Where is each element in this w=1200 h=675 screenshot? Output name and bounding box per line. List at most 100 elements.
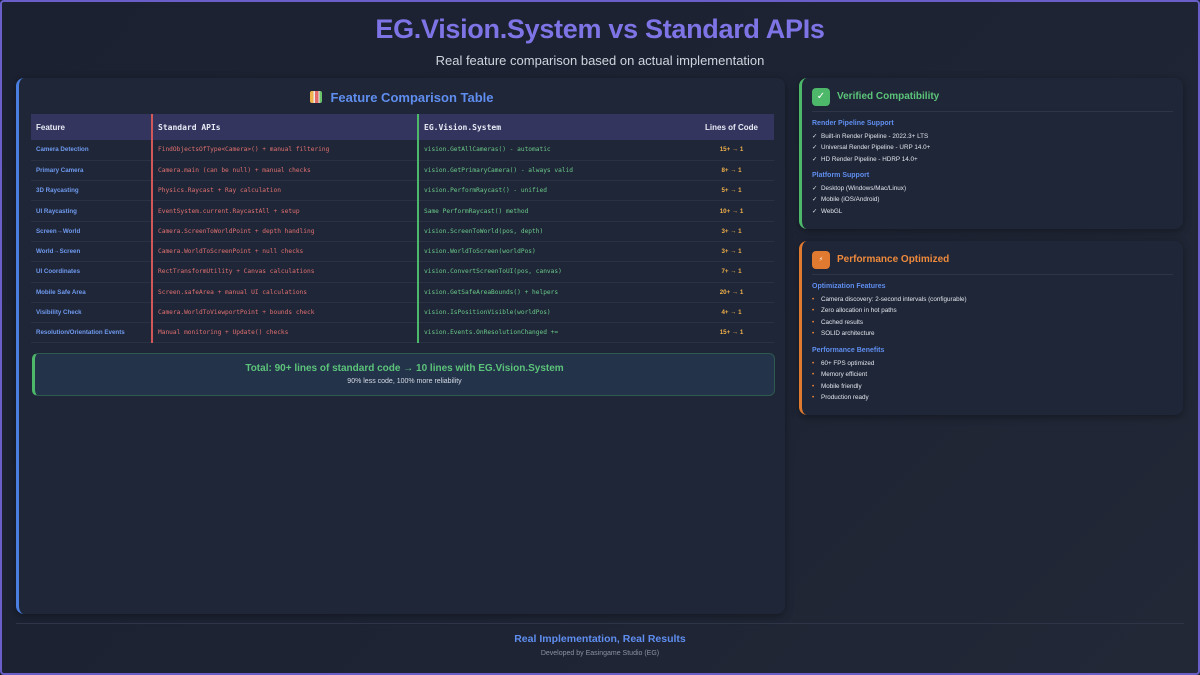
list-item: ✓ HD Render Pipeline - HDRP 14.0+ bbox=[812, 154, 1172, 165]
lines-of-code-cell: 10+ → 1 bbox=[684, 200, 774, 222]
list-item-label: Production ready bbox=[821, 393, 869, 401]
benefits-list: • 60+ FPS optimized • Memory efficient • Mobi… bbox=[812, 358, 1172, 403]
compatibility-card: ✓ Verified Compatibility Render Pipeline… bbox=[799, 78, 1183, 229]
column-header-feature: Feature bbox=[31, 114, 152, 140]
performance-title: Performance Optimized bbox=[837, 254, 950, 265]
table-header-row: Feature Standard APIs EG.Vision.System L… bbox=[31, 114, 774, 140]
benefits-title: Performance Benefits bbox=[812, 347, 885, 354]
table-row: Mobile Safe Area Screen.safeArea + manual… bbox=[31, 282, 774, 303]
comparison-title: Feature Comparison Table bbox=[19, 90, 785, 105]
optimization-title: Optimization Features bbox=[812, 283, 886, 290]
footer-subtitle: Developed by Easingame Studio (EG) bbox=[540, 650, 660, 657]
lines-of-code-cell: 3+ → 1 bbox=[684, 241, 774, 263]
total-title: Total: 90+ lines of standard code → 10 l… bbox=[245, 363, 564, 374]
column-header-loc: Lines of Code bbox=[684, 114, 774, 140]
lines-of-code-cell: 8+ → 1 bbox=[684, 160, 774, 182]
table-row: UI Coordinates RectTransformUtility + Can… bbox=[31, 261, 774, 283]
platform-section: Platform Support ✓ Desktop (Windows/Mac/L… bbox=[812, 172, 1172, 217]
list-item: • Zero allocation in hot paths bbox=[812, 305, 1172, 316]
page-subtitle: Real feature comparison based on actual … bbox=[435, 53, 765, 68]
feature-cell: 3D Raycasting bbox=[31, 180, 152, 202]
feature-cell: Resolution/Orientation Events bbox=[31, 322, 152, 344]
lines-of-code-cell: 3+ → 1 bbox=[684, 221, 774, 242]
standard-api-cell: Camera.WorldToScreenPoint + null checks bbox=[151, 241, 418, 263]
bar-chart-icon bbox=[310, 91, 323, 103]
bullet-icon: • bbox=[812, 329, 815, 337]
feature-cell: UI Raycasting bbox=[31, 200, 152, 222]
list-item: ✓ WebGL bbox=[812, 206, 1172, 217]
list-item: • Cached results bbox=[812, 317, 1172, 328]
eg-vision-cell: vision.WorldToScreen(worldPos) bbox=[417, 241, 684, 263]
check-badge-icon: ✓ bbox=[812, 88, 830, 106]
lines-of-code-cell: 15+ → 1 bbox=[684, 140, 774, 161]
table-row: Screen→World Camera.ScreenToWorldPoint + … bbox=[31, 221, 774, 242]
optimization-list: • Camera discovery: 2-second intervals (c… bbox=[812, 294, 1172, 339]
eg-vision-cell: vision.IsPositionVisible(worldPos) bbox=[417, 302, 684, 324]
standard-api-cell: Camera.main (can be null) + manual check… bbox=[151, 160, 418, 182]
benefits-section: Performance Benefits • 60+ FPS optimized •… bbox=[812, 347, 1172, 403]
lines-of-code-cell: 15+ → 1 bbox=[684, 322, 774, 344]
footer-title: Real Implementation, Real Results bbox=[514, 633, 686, 645]
list-item-label: Zero allocation in hot paths bbox=[821, 307, 897, 315]
list-item-label: Universal Render Pipeline - URP 14.0+ bbox=[821, 144, 931, 152]
table-row: Resolution/Orientation Events Manual moni… bbox=[31, 322, 774, 344]
footer-divider bbox=[16, 623, 1184, 624]
check-icon: ✓ bbox=[812, 133, 818, 140]
eg-vision-cell: Same PerformRaycast() method bbox=[417, 200, 684, 222]
list-item: • Production ready bbox=[812, 392, 1172, 403]
list-item: ✓ Desktop (Windows/Mac/Linux) bbox=[812, 183, 1172, 194]
bullet-icon: • bbox=[812, 371, 815, 379]
check-icon: ✓ bbox=[812, 196, 818, 204]
check-icon: ✓ bbox=[812, 207, 818, 215]
list-item-label: 60+ FPS optimized bbox=[821, 360, 875, 367]
list-item: • 60+ FPS optimized bbox=[812, 358, 1172, 369]
eg-vision-cell: vision.GetAllCameras() - automatic bbox=[417, 140, 684, 161]
check-icon: ✓ bbox=[812, 185, 818, 192]
list-item-label: Mobile (iOS/Android) bbox=[821, 196, 880, 204]
eg-vision-cell: vision.GetPrimaryCamera() - always valid bbox=[417, 160, 684, 182]
total-subtitle: 90% less code, 100% more reliability bbox=[347, 378, 462, 385]
table-row: 3D Raycasting Physics.Raycast + Ray calcu… bbox=[31, 180, 774, 202]
bullet-icon: • bbox=[812, 296, 815, 303]
lightning-icon: ⚡ bbox=[812, 251, 830, 269]
standard-api-cell: Camera.WorldToViewportPoint + bounds che… bbox=[151, 302, 418, 324]
list-item: • Memory efficient bbox=[812, 369, 1172, 380]
eg-vision-cell: vision.PerformRaycast() - unified bbox=[417, 180, 684, 202]
render-pipeline-title: Render Pipeline Support bbox=[812, 120, 894, 127]
column-header-standard: Standard APIs bbox=[151, 114, 418, 140]
lines-of-code-cell: 20+ → 1 bbox=[684, 282, 774, 303]
table-row: UI Raycasting EventSystem.current.Raycast… bbox=[31, 200, 774, 222]
list-item-label: Mobile friendly bbox=[821, 382, 862, 390]
compatibility-title: Verified Compatibility bbox=[837, 91, 940, 102]
page-title: EG.Vision.System vs Standard APIs bbox=[375, 14, 825, 44]
optimization-section: Optimization Features • Camera discovery:… bbox=[812, 283, 1172, 339]
render-pipeline-list: ✓ Built-in Render Pipeline - 2022.3+ LTS ✓… bbox=[812, 131, 1172, 165]
list-item-label: Desktop (Windows/Mac/Linux) bbox=[821, 185, 907, 192]
feature-cell: Primary Camera bbox=[31, 160, 152, 182]
column-header-eg: EG.Vision.System bbox=[417, 114, 684, 140]
render-pipeline-section: Render Pipeline Support ✓ Built-in Render… bbox=[812, 120, 1172, 165]
standard-api-cell: EventSystem.current.RaycastAll + setup bbox=[151, 200, 418, 222]
check-icon: ✓ bbox=[812, 155, 818, 163]
feature-cell: Camera Detection bbox=[31, 140, 152, 161]
standard-api-cell: Camera.ScreenToWorldPoint + depth handli… bbox=[151, 221, 418, 242]
standard-api-cell: Screen.safeArea + manual UI calculations bbox=[151, 282, 418, 303]
lines-of-code-cell: 7+ → 1 bbox=[684, 261, 774, 283]
list-item-label: HD Render Pipeline - HDRP 14.0+ bbox=[821, 155, 918, 163]
platform-list: ✓ Desktop (Windows/Mac/Linux) ✓ Mobile (iOS… bbox=[812, 183, 1172, 217]
list-item-label: Memory efficient bbox=[821, 371, 868, 379]
list-item-label: Camera discovery: 2-second intervals (co… bbox=[821, 296, 967, 303]
eg-vision-cell: vision.ScreenToWorld(pos, depth) bbox=[417, 221, 684, 242]
list-item: • Camera discovery: 2-second intervals (c… bbox=[812, 294, 1172, 305]
table-row: Primary Camera Camera.main (can be null) … bbox=[31, 160, 774, 182]
eg-vision-cell: vision.ConvertScreenToUI(pos, canvas) bbox=[417, 261, 684, 283]
performance-header: ⚡ Performance Optimized bbox=[812, 251, 1173, 275]
feature-cell: Screen→World bbox=[31, 221, 152, 242]
standard-api-cell: FindObjectsOfType<Camera>() + manual fil… bbox=[151, 140, 418, 161]
standard-api-cell: RectTransformUtility + Canvas calculatio… bbox=[151, 261, 418, 283]
standard-api-cell: Physics.Raycast + Ray calculation bbox=[151, 180, 418, 202]
total-summary: Total: 90+ lines of standard code → 10 l… bbox=[32, 353, 775, 396]
comparison-title-text: Feature Comparison Table bbox=[330, 90, 494, 105]
list-item-label: Cached results bbox=[821, 318, 863, 326]
lines-of-code-cell: 4+ → 1 bbox=[684, 302, 774, 324]
